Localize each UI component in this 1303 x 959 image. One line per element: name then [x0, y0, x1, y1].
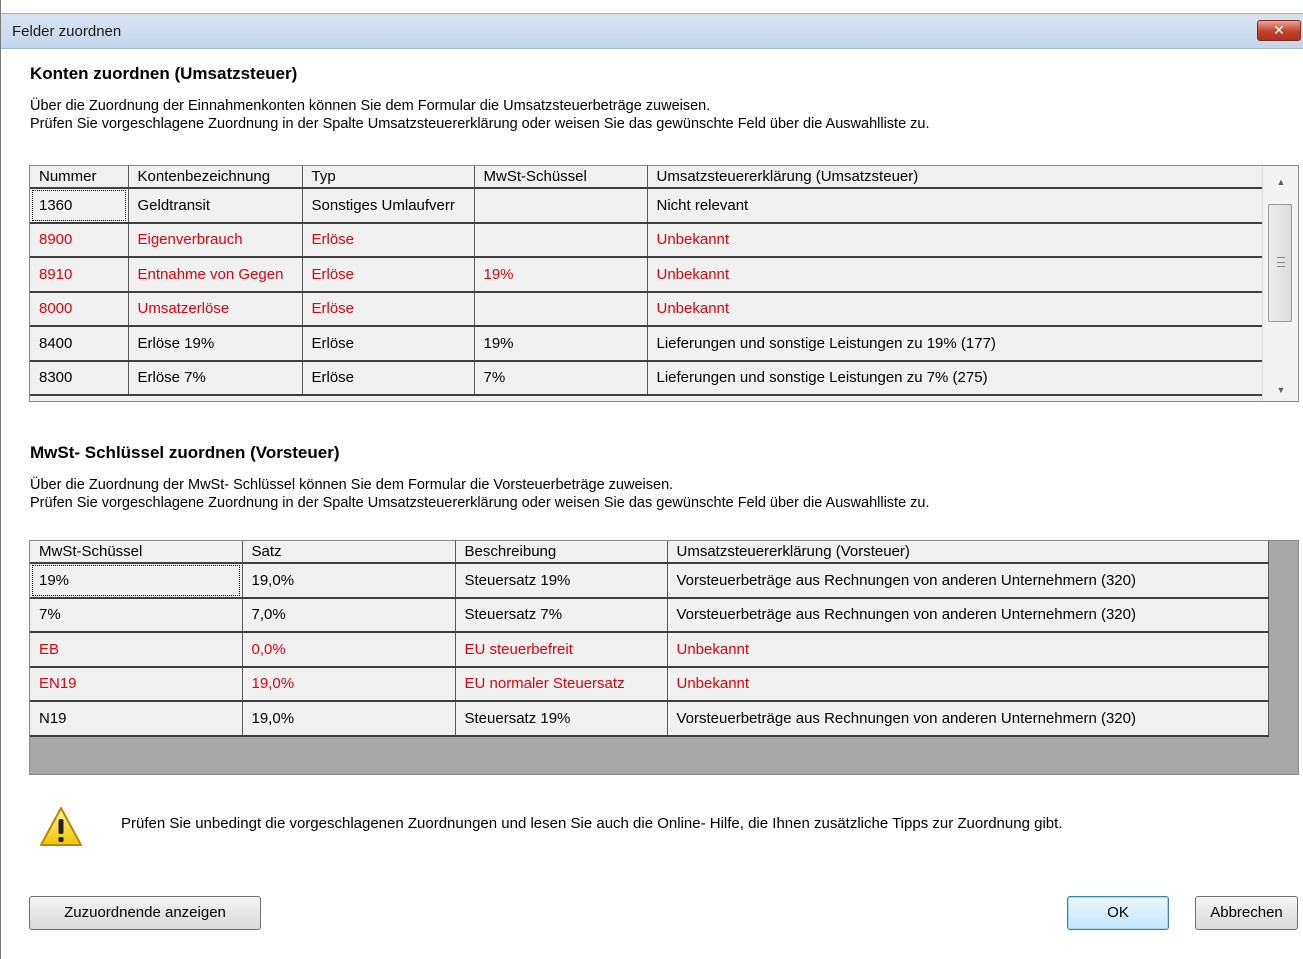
accounts-header-row: Nummer Kontenbezeichnung Typ MwSt-Schüssel U… [30, 166, 1265, 189]
table-cell[interactable]: Unbekannt [647, 222, 1265, 258]
column-header[interactable]: MwSt-Schüssel [30, 541, 243, 564]
section-description-umsatzsteuer: Über die Zuordnung der Einnahmenkonten k… [30, 97, 930, 133]
table-cell[interactable]: Vorsteuerbeträge aus Rechnungen von ande… [667, 597, 1269, 633]
table-row[interactable]: EN19 19,0% EU normaler Steuersatz Unbekannt [30, 666, 1269, 702]
accounts-vertical-scrollbar[interactable]: ▲ ▼ [1262, 166, 1298, 401]
warning-message: Prüfen Sie unbedingt die vorgeschlagenen… [121, 815, 1063, 832]
section-title-vorsteuer: MwSt- Schlüssel zuordnen (Vorsteuer) [30, 443, 340, 462]
table-cell[interactable] [474, 188, 648, 224]
table-cell[interactable]: 8910 [30, 257, 129, 293]
table-cell[interactable]: Erlöse [302, 291, 475, 327]
table-cell[interactable]: Unbekannt [667, 666, 1269, 702]
column-header[interactable]: Nummer [30, 166, 129, 189]
table-cell[interactable]: EU steuerbefreit [455, 632, 668, 668]
description-line-1: Über die Zuordnung der MwSt- Schlüssel k… [30, 477, 674, 493]
description-line-2: Prüfen Sie vorgeschlagene Zuordnung in d… [30, 116, 930, 132]
table-cell[interactable]: Erlöse 7% [128, 360, 303, 396]
table-cell[interactable]: Sonstiges Umlaufverr [302, 188, 475, 224]
table-row[interactable]: 8300 Erlöse 7% Erlöse 7% Lieferungen und son… [30, 360, 1265, 396]
table-cell[interactable]: 0,0% [242, 632, 456, 668]
table-row[interactable]: 7% 7,0% Steuersatz 7% Vorsteuerbeträge aus … [30, 597, 1269, 633]
column-header[interactable]: Typ [302, 166, 475, 189]
description-line-2: Prüfen Sie vorgeschlagene Zuordnung in d… [30, 495, 930, 511]
scroll-down-icon[interactable]: ▼ [1263, 380, 1298, 400]
table-cell[interactable]: Geldtransit [128, 188, 303, 224]
table-cell[interactable]: Erlöse [302, 360, 475, 396]
title-bar: Felder zuordnen ✕ [1, 13, 1303, 49]
table-cell[interactable]: 8000 [30, 291, 129, 327]
table-cell[interactable]: Steuersatz 19% [455, 701, 668, 737]
table-cell[interactable]: Erlöse 19% [128, 326, 303, 362]
table-cell[interactable]: Steuersatz 19% [455, 563, 668, 599]
table-row[interactable]: EB 0,0% EU steuerbefreit Unbekannt [30, 632, 1269, 668]
table-cell[interactable]: N19 [30, 701, 243, 737]
table-cell[interactable]: Unbekannt [647, 291, 1265, 327]
ok-button[interactable]: OK [1067, 896, 1169, 930]
table-cell[interactable]: Erlöse [302, 222, 475, 258]
close-button[interactable]: ✕ [1257, 20, 1301, 41]
table-cell[interactable]: EN19 [30, 666, 243, 702]
table-cell[interactable] [474, 291, 648, 327]
warning-icon [40, 807, 82, 846]
table-cell[interactable]: Vorsteuerbeträge aus Rechnungen von ande… [667, 701, 1269, 737]
table-cell[interactable]: Lieferungen und sonstige Leistungen zu 1… [647, 326, 1265, 362]
table-row[interactable]: 8000 Umsatzerlöse Erlöse Unbekannt [30, 291, 1265, 327]
table-cell[interactable]: EU normaler Steuersatz [455, 666, 668, 702]
scrollbar-thumb[interactable] [1268, 204, 1292, 322]
table-cell[interactable]: Lieferungen und sonstige Leistungen zu 7… [647, 360, 1265, 396]
column-header[interactable]: Satz [242, 541, 456, 564]
table-row[interactable]: 19% 19,0% Steuersatz 19% Vorsteuerbeträge a… [30, 563, 1269, 599]
table-cell[interactable]: 7,0% [242, 597, 456, 633]
accounts-table: Nummer Kontenbezeichnung Typ MwSt-Schüssel U… [30, 166, 1265, 396]
table-cell[interactable]: 7% [30, 597, 243, 633]
column-header[interactable]: Umsatzsteuererklärung (Vorsteuer) [667, 541, 1269, 564]
description-line-1: Über die Zuordnung der Einnahmenkonten k… [30, 98, 711, 114]
table-cell[interactable]: 19,0% [242, 563, 456, 599]
table-cell[interactable] [474, 222, 648, 258]
table-cell[interactable]: 19,0% [242, 666, 456, 702]
table-cell[interactable]: Vorsteuerbeträge aus Rechnungen von ande… [667, 563, 1269, 599]
table-cell[interactable]: 8400 [30, 326, 129, 362]
table-cell[interactable]: Erlöse [302, 257, 475, 293]
table-cell[interactable]: 19% [474, 326, 648, 362]
column-header[interactable]: Umsatzsteuererklärung (Umsatzsteuer) [647, 166, 1265, 189]
table-cell[interactable]: Unbekannt [667, 632, 1269, 668]
table-cell[interactable]: 7% [474, 360, 648, 396]
column-header[interactable]: MwSt-Schüssel [474, 166, 648, 189]
table-cell[interactable]: Unbekannt [647, 257, 1265, 293]
column-header[interactable]: Kontenbezeichnung [128, 166, 303, 189]
table-row[interactable]: 8400 Erlöse 19% Erlöse 19% Lieferungen und s… [30, 326, 1265, 362]
table-cell[interactable]: 8300 [30, 360, 129, 396]
tax-keys-grid[interactable]: MwSt-Schüssel Satz Beschreibung Umsatzsteue… [29, 540, 1299, 775]
table-row[interactable]: 8900 Eigenverbrauch Erlöse Unbekannt [30, 222, 1265, 258]
table-row[interactable]: 8910 Entnahme von Gegen Erlöse 19% Unbekannt [30, 257, 1265, 293]
table-cell[interactable]: 19,0% [242, 701, 456, 737]
table-cell[interactable]: 8900 [30, 222, 129, 258]
column-header[interactable]: Beschreibung [455, 541, 668, 564]
section-title-umsatzsteuer: Konten zuordnen (Umsatzsteuer) [30, 64, 298, 83]
section-description-vorsteuer: Über die Zuordnung der MwSt- Schlüssel k… [30, 476, 930, 512]
table-row[interactable]: 1360 Geldtransit Sonstiges Umlaufverr Nicht… [30, 188, 1265, 224]
table-cell[interactable]: Nicht relevant [647, 188, 1265, 224]
show-unassigned-button[interactable]: Zuzuordnende anzeigen [29, 896, 261, 930]
table-cell[interactable]: EB [30, 632, 243, 668]
cancel-button[interactable]: Abbrechen [1195, 896, 1298, 930]
scroll-up-icon[interactable]: ▲ [1263, 172, 1298, 192]
accounts-grid[interactable]: Nummer Kontenbezeichnung Typ MwSt-Schüssel U… [29, 165, 1299, 402]
table-cell[interactable]: 19% [474, 257, 648, 293]
table-cell[interactable]: Umsatzerlöse [128, 291, 303, 327]
tax-keys-table: MwSt-Schüssel Satz Beschreibung Umsatzsteue… [30, 541, 1269, 737]
tax-keys-header-row: MwSt-Schüssel Satz Beschreibung Umsatzsteue… [30, 541, 1269, 564]
table-cell[interactable]: Erlöse [302, 326, 475, 362]
table-row[interactable]: N19 19,0% Steuersatz 19% Vorsteuerbeträge a… [30, 701, 1269, 737]
table-cell[interactable]: Eigenverbrauch [128, 222, 303, 258]
table-cell[interactable]: 1360 [30, 188, 129, 224]
table-cell[interactable]: Steuersatz 7% [455, 597, 668, 633]
dialog-window: Felder zuordnen ✕ Konten zuordnen (Umsat… [0, 0, 1303, 959]
table-cell[interactable]: 19% [30, 563, 243, 599]
table-cell[interactable]: Entnahme von Gegen [128, 257, 303, 293]
grip-icon [1277, 257, 1285, 267]
window-title: Felder zuordnen [12, 23, 122, 40]
